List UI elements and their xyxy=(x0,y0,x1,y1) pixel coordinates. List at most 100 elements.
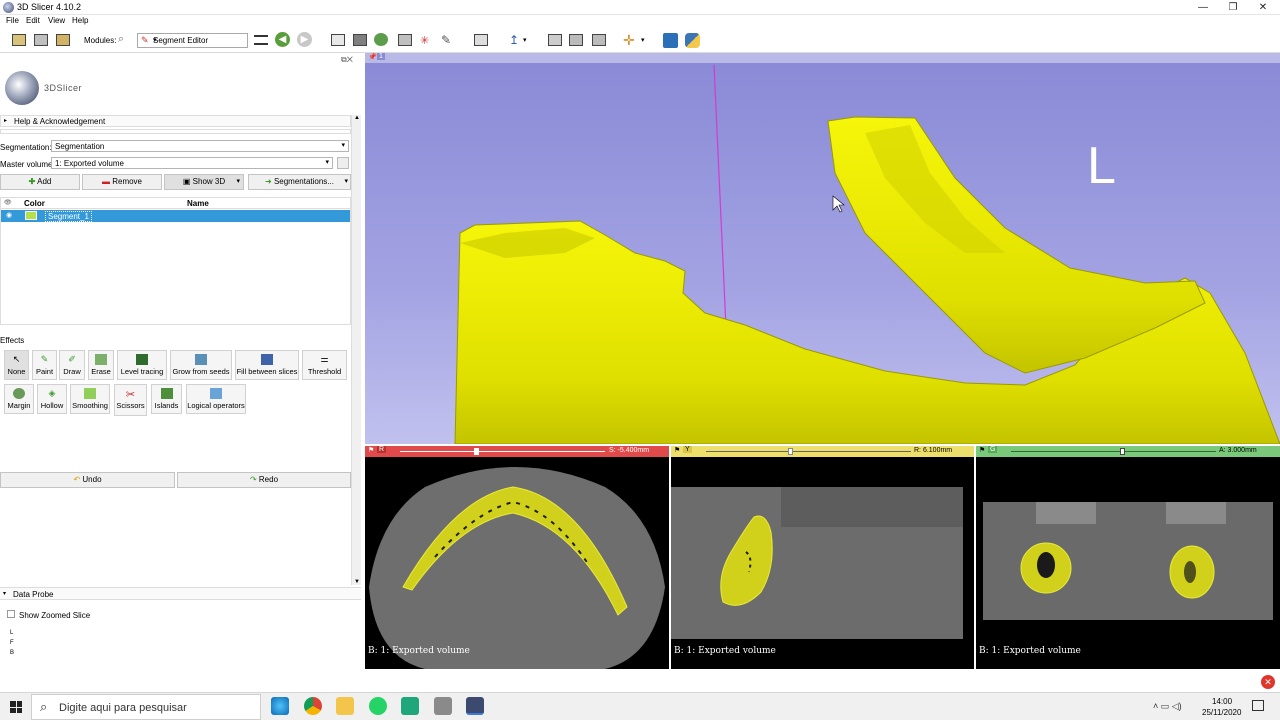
effect-scissors-button[interactable]: ✂ Scissors xyxy=(114,384,147,416)
volume-options-icon[interactable] xyxy=(337,157,349,169)
notification-icon[interactable] xyxy=(1252,700,1264,711)
crosshair-dropdown-icon[interactable]: ▾ xyxy=(641,36,645,44)
effect-fill-between-slices-button[interactable]: Fill between slices xyxy=(235,350,299,380)
data-module-icon[interactable] xyxy=(329,31,347,49)
data-probe-header[interactable]: ▾ Data Probe xyxy=(0,587,361,600)
module-search-icon[interactable]: ⌕ xyxy=(118,33,132,47)
chrome-icon[interactable] xyxy=(304,697,322,715)
show-3d-button[interactable]: ▣ Show 3D ▾ xyxy=(164,174,244,190)
menu-edit[interactable]: Edit xyxy=(26,16,40,25)
menu-file[interactable]: File xyxy=(6,16,19,25)
table-row[interactable]: ◉ Segment_1 xyxy=(1,210,350,222)
add-label: Add xyxy=(37,177,52,186)
panel-scrollbar[interactable]: ▲ ▼ xyxy=(351,115,361,585)
effect-hollow-button[interactable]: ◈ Hollow xyxy=(37,384,67,414)
crosshair-icon[interactable]: ✛ xyxy=(623,32,635,49)
app-icon[interactable] xyxy=(401,697,419,715)
effect-level-tracing-button[interactable]: Level tracing xyxy=(117,350,167,380)
mouse-mode-dropdown-icon[interactable]: ▾ xyxy=(523,36,527,44)
taskbar-search[interactable]: ⌕ Digite aqui para pesquisar xyxy=(31,694,261,720)
effect-margin-button[interactable]: Margin xyxy=(4,384,34,414)
chevron-right-icon: ▸ xyxy=(4,118,8,124)
extension-manager-icon[interactable] xyxy=(663,33,678,48)
yellow-slice-view[interactable]: B: 1: Exported volume xyxy=(671,457,974,669)
close-button[interactable]: ✕ xyxy=(1248,0,1278,15)
redo-label: Redo xyxy=(258,475,279,484)
editor-module-icon[interactable]: ✎ xyxy=(441,33,451,47)
load-data-icon[interactable] xyxy=(10,31,28,49)
yellow-pin-icon[interactable]: ⚑ xyxy=(674,446,680,454)
3d-view[interactable]: 📌 1 L xyxy=(365,53,1280,444)
system-tray-icons[interactable]: ˄ ▭ ◁) xyxy=(1153,701,1182,712)
effect-none-button[interactable]: ↖ None xyxy=(4,350,29,380)
effect-grow-from-seeds-button[interactable]: Grow from seeds xyxy=(170,350,232,380)
overlay-close-icon[interactable]: ✕ xyxy=(1261,675,1275,689)
windows-start-icon[interactable] xyxy=(10,701,22,713)
effect-logical-operators-button[interactable]: Logical operators xyxy=(186,384,246,414)
master-volume-value: 1: Exported volume xyxy=(55,159,124,168)
transforms-module-icon[interactable] xyxy=(396,31,414,49)
slicer-taskbar-icon[interactable] xyxy=(466,697,484,715)
menu-view[interactable]: View xyxy=(48,16,65,25)
dicom-icon[interactable] xyxy=(32,31,50,49)
effect-draw-button[interactable]: ✐ Draw xyxy=(59,350,85,380)
capture-icon[interactable] xyxy=(567,31,585,49)
scroll-up-icon[interactable]: ▲ xyxy=(354,115,360,121)
master-volume-combo[interactable]: 1: Exported volume ▾ xyxy=(51,157,333,169)
green-slice-view[interactable]: B: 1: Exported volume xyxy=(976,457,1280,669)
undock-icon[interactable]: ⧉✕ xyxy=(341,55,353,65)
layout-icon[interactable] xyxy=(472,31,490,49)
draw-icon: ✐ xyxy=(68,354,76,364)
volumes-module-icon[interactable] xyxy=(351,31,369,49)
redo-button[interactable]: ↷ Redo xyxy=(177,472,351,488)
show-zoomed-checkbox[interactable] xyxy=(7,610,15,618)
save-icon[interactable] xyxy=(54,31,72,49)
effect-paint-button[interactable]: ✎ Paint xyxy=(32,350,57,380)
effect-islands-button[interactable]: Islands xyxy=(151,384,182,414)
module-list-icon[interactable] xyxy=(254,35,268,45)
red-slice-view[interactable]: B: 1: Exported volume xyxy=(365,457,669,669)
remove-segment-button[interactable]: ▬ Remove xyxy=(82,174,162,190)
segment-color-swatch[interactable] xyxy=(25,211,37,220)
maximize-button[interactable]: ❐ xyxy=(1218,0,1248,15)
screenshot-icon[interactable] xyxy=(546,31,564,49)
segmentations-button[interactable]: ➜ Segmentations... ▾ xyxy=(248,174,351,190)
app-icon[interactable] xyxy=(434,697,452,715)
menu-help[interactable]: Help xyxy=(72,16,88,25)
data-probe-title: Data Probe xyxy=(13,590,54,599)
yellow-slice-slider-thumb[interactable] xyxy=(788,448,793,455)
search-icon: ⌕ xyxy=(40,699,48,714)
whatsapp-icon[interactable] xyxy=(369,697,387,715)
module-selector[interactable]: ✎ Segment Editor ▾ xyxy=(137,33,248,48)
edge-icon[interactable] xyxy=(271,697,289,715)
green-slice-slider-thumb[interactable] xyxy=(1119,448,1125,455)
minimize-button[interactable]: — xyxy=(1188,0,1218,15)
eye-icon[interactable]: ◉ xyxy=(6,211,12,219)
effect-threshold-button[interactable]: ⚌ Threshold xyxy=(302,350,347,380)
red-pin-icon[interactable]: ⚑ xyxy=(368,446,374,454)
add-segment-button[interactable]: ✚ Add xyxy=(0,174,80,190)
effect-erase-button[interactable]: Erase xyxy=(88,350,114,380)
margin-icon xyxy=(13,388,25,399)
red-slice-slider-thumb[interactable] xyxy=(473,448,479,455)
undo-button[interactable]: ↶ Undo xyxy=(0,472,175,488)
scene-view-icon[interactable] xyxy=(590,31,608,49)
forward-arrow-icon[interactable]: ▶ xyxy=(297,32,312,47)
chevron-down-icon: ▾ xyxy=(3,591,7,597)
file-explorer-icon[interactable] xyxy=(336,697,354,715)
red-slice-slider-track[interactable] xyxy=(400,451,605,452)
models-module-icon[interactable] xyxy=(374,33,388,46)
scroll-down-icon[interactable]: ▼ xyxy=(354,579,360,585)
mouse-mode-icon[interactable]: ↥ xyxy=(509,33,519,47)
back-arrow-icon[interactable]: ◀ xyxy=(275,32,290,47)
effect-smoothing-button[interactable]: Smoothing xyxy=(70,384,110,414)
green-pin-icon[interactable]: ⚑ xyxy=(979,446,985,454)
markups-module-icon[interactable]: ✳ xyxy=(420,34,429,47)
yellow-slice-slider-track[interactable] xyxy=(706,451,911,452)
segment-name[interactable]: Segment_1 xyxy=(45,211,92,222)
python-console-icon[interactable] xyxy=(685,33,700,48)
redo-icon: ↷ xyxy=(249,475,257,484)
green-slice-slider-track[interactable] xyxy=(1011,451,1216,452)
segmentation-combo[interactable]: Segmentation ▾ xyxy=(51,140,349,152)
help-section[interactable]: ▸ Help & Acknowledgement xyxy=(0,115,351,127)
